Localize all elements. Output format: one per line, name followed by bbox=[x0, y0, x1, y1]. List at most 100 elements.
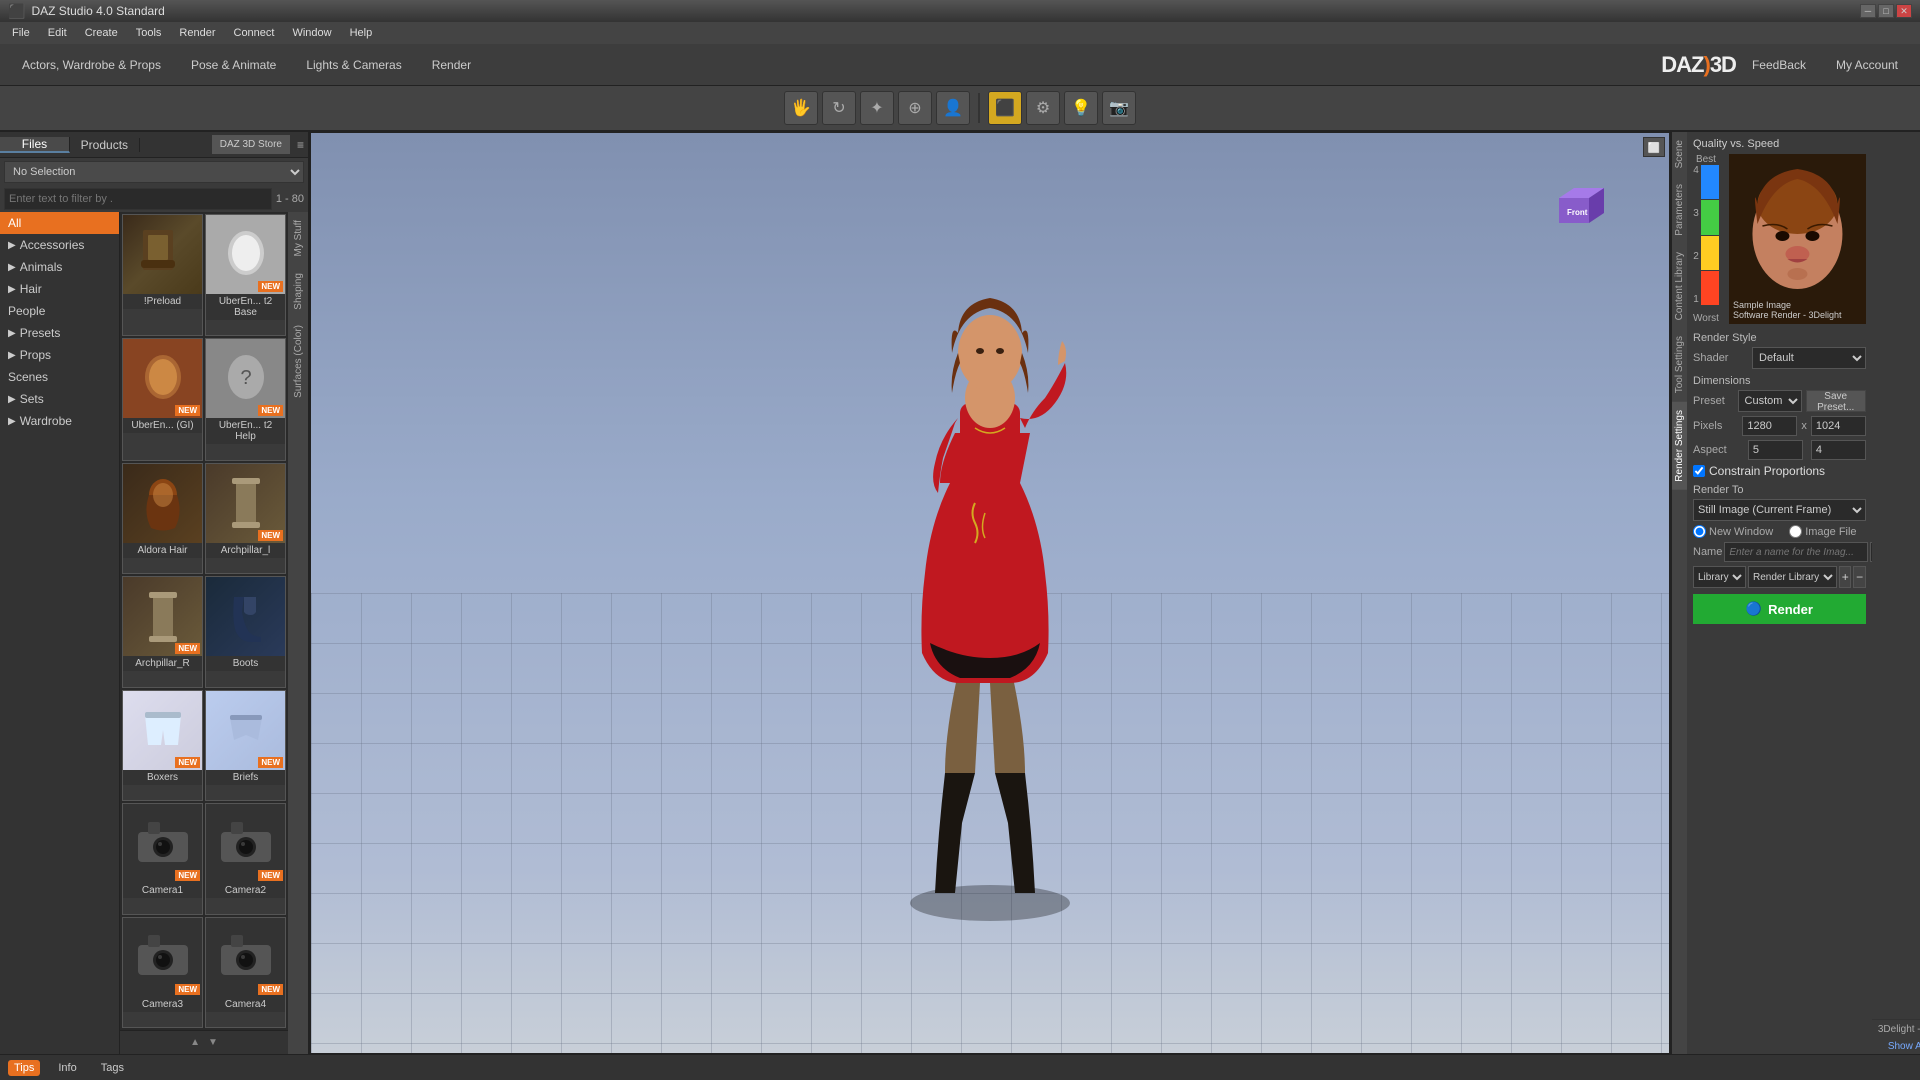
list-item[interactable]: NEW Camera2 bbox=[205, 803, 286, 914]
cat-wardrobe[interactable]: ▶Wardrobe bbox=[0, 410, 119, 432]
pixels-width-input[interactable] bbox=[1742, 416, 1797, 436]
list-item[interactable]: NEW Camera4 bbox=[205, 917, 286, 1028]
constrain-checkbox[interactable] bbox=[1693, 465, 1705, 477]
list-item[interactable]: Aldora Hair bbox=[122, 463, 203, 574]
cat-hair[interactable]: ▶Hair bbox=[0, 278, 119, 300]
list-item[interactable]: NEW UberEn... (GI) bbox=[122, 338, 203, 460]
menu-window[interactable]: Window bbox=[284, 25, 339, 41]
menu-render[interactable]: Render bbox=[171, 25, 223, 41]
library-select[interactable]: Library bbox=[1693, 566, 1746, 588]
shader-select[interactable]: Default bbox=[1752, 347, 1866, 369]
file-label: Archpillar_l bbox=[206, 543, 285, 558]
scroll-down-arrow[interactable]: ▼ bbox=[204, 1033, 222, 1052]
list-item[interactable]: NEW Boxers bbox=[122, 690, 203, 801]
sidebar-surfaces[interactable]: Surfaces (Color) bbox=[291, 317, 306, 406]
menu-connect[interactable]: Connect bbox=[226, 25, 283, 41]
tab-tags[interactable]: Tags bbox=[95, 1060, 130, 1076]
tab-parameters[interactable]: Parameters bbox=[1672, 176, 1687, 244]
filter-select[interactable]: No Selection bbox=[4, 161, 304, 183]
quality-bar-1[interactable] bbox=[1701, 271, 1719, 305]
quality-bar-4[interactable] bbox=[1701, 165, 1719, 199]
lib-plus-btn[interactable]: + bbox=[1839, 566, 1851, 588]
tab-tips[interactable]: Tips bbox=[8, 1060, 40, 1076]
list-item[interactable]: ? NEW UberEn... t2 Help bbox=[205, 338, 286, 460]
cat-people[interactable]: People bbox=[0, 300, 119, 322]
aspect-width-input[interactable] bbox=[1748, 440, 1803, 460]
tab-tool-settings[interactable]: Tool Settings bbox=[1672, 328, 1687, 401]
image-file-radio[interactable]: Image File bbox=[1789, 525, 1856, 538]
menu-edit[interactable]: Edit bbox=[40, 25, 75, 41]
cat-sets[interactable]: ▶Sets bbox=[0, 388, 119, 410]
tool-camera[interactable]: 👤 bbox=[936, 91, 970, 125]
cat-animals[interactable]: ▶Animals bbox=[0, 256, 119, 278]
name-input[interactable] bbox=[1724, 542, 1868, 562]
menu-create[interactable]: Create bbox=[77, 25, 126, 41]
name-ext-select[interactable]: .png bbox=[1870, 542, 1872, 562]
menu-file[interactable]: File bbox=[4, 25, 38, 41]
tool-joint[interactable]: ✦ bbox=[860, 91, 894, 125]
new-window-radio[interactable]: New Window bbox=[1693, 525, 1773, 538]
menu-tools[interactable]: Tools bbox=[128, 25, 170, 41]
tool-group[interactable]: ⊕ bbox=[898, 91, 932, 125]
panel-menu-icon[interactable]: ≡ bbox=[293, 134, 308, 156]
tool-active2[interactable]: ⚙ bbox=[1026, 91, 1060, 125]
nav-render[interactable]: Render bbox=[418, 54, 485, 76]
close-btn[interactable]: ✕ bbox=[1896, 4, 1912, 18]
cat-accessories[interactable]: ▶Accessories bbox=[0, 234, 119, 256]
preset-select[interactable]: Custom bbox=[1738, 390, 1802, 412]
tab-content-library[interactable]: Content Library bbox=[1672, 244, 1687, 328]
list-item[interactable]: !Preload bbox=[122, 214, 203, 336]
sidebar-shaping[interactable]: Shaping bbox=[291, 265, 306, 318]
scroll-up-arrow[interactable]: ▲ bbox=[186, 1033, 204, 1052]
tool-active1[interactable]: ⬛ bbox=[988, 91, 1022, 125]
pixels-height-input[interactable] bbox=[1811, 416, 1866, 436]
list-item[interactable]: Boots bbox=[205, 576, 286, 687]
account-btn[interactable]: My Account bbox=[1822, 54, 1912, 76]
feedback-btn[interactable]: FeedBack bbox=[1738, 54, 1820, 76]
viewport-collapse-btn[interactable]: ⬜ bbox=[1643, 137, 1665, 157]
list-item[interactable]: NEW Camera1 bbox=[122, 803, 203, 914]
daz-store-btn[interactable]: DAZ 3D Store bbox=[211, 134, 291, 155]
cat-all[interactable]: All bbox=[0, 212, 119, 234]
cat-scenes[interactable]: Scenes bbox=[0, 366, 119, 388]
quality-bar-2[interactable] bbox=[1701, 236, 1719, 270]
quality-best: Best bbox=[1696, 154, 1716, 165]
list-item[interactable]: NEW Briefs bbox=[205, 690, 286, 801]
list-item[interactable]: NEW Camera3 bbox=[122, 917, 203, 1028]
maximize-btn[interactable]: □ bbox=[1878, 4, 1894, 18]
nav-pose[interactable]: Pose & Animate bbox=[177, 54, 290, 76]
render-button[interactable]: 🔵 Render bbox=[1693, 594, 1866, 624]
aspect-height-input[interactable] bbox=[1811, 440, 1866, 460]
menu-help[interactable]: Help bbox=[342, 25, 381, 41]
minimize-btn[interactable]: ─ bbox=[1860, 4, 1876, 18]
nav-actors[interactable]: Actors, Wardrobe & Props bbox=[8, 54, 175, 76]
tool-active4[interactable]: 📷 bbox=[1102, 91, 1136, 125]
list-item[interactable]: NEW Archpillar_R bbox=[122, 576, 203, 687]
tool-active3[interactable]: 💡 bbox=[1064, 91, 1098, 125]
tab-products[interactable]: Products bbox=[70, 138, 140, 152]
cat-presets[interactable]: ▶Presets bbox=[0, 322, 119, 344]
file-label: UberEn... t2 Base bbox=[206, 294, 285, 320]
list-item[interactable]: NEW UberEn... t2 Base bbox=[205, 214, 286, 336]
show-advanced-btn[interactable]: Show Advanced Settings bbox=[1872, 1039, 1920, 1054]
tool-figure-move[interactable]: 🖐 bbox=[784, 91, 818, 125]
list-item[interactable]: NEW Archpillar_l bbox=[205, 463, 286, 574]
nav-lights[interactable]: Lights & Cameras bbox=[292, 54, 415, 76]
tab-files[interactable]: Files bbox=[0, 137, 70, 153]
sidebar-my-stuff[interactable]: My Stuff bbox=[291, 212, 306, 265]
save-preset-btn[interactable]: Save Preset... bbox=[1806, 390, 1866, 412]
render-library-select[interactable]: Render Library bbox=[1748, 566, 1837, 588]
lib-minus-btn[interactable]: − bbox=[1853, 566, 1865, 588]
aspect-label: Aspect bbox=[1693, 444, 1744, 456]
tool-figure-rotate[interactable]: ↻ bbox=[822, 91, 856, 125]
viewport[interactable]: Front ⬜ bbox=[310, 132, 1670, 1054]
filter-count: 1 - 80 bbox=[276, 193, 304, 205]
tab-scene[interactable]: Scene bbox=[1672, 132, 1687, 176]
render-to-select[interactable]: Still Image (Current Frame) bbox=[1693, 499, 1866, 521]
filter-input[interactable] bbox=[4, 188, 272, 210]
tab-render-settings[interactable]: Render Settings bbox=[1672, 402, 1687, 490]
quality-bar-3[interactable] bbox=[1701, 200, 1719, 234]
tab-info[interactable]: Info bbox=[52, 1060, 82, 1076]
cat-props[interactable]: ▶Props bbox=[0, 344, 119, 366]
cube-gizmo[interactable]: Front bbox=[1539, 173, 1609, 243]
